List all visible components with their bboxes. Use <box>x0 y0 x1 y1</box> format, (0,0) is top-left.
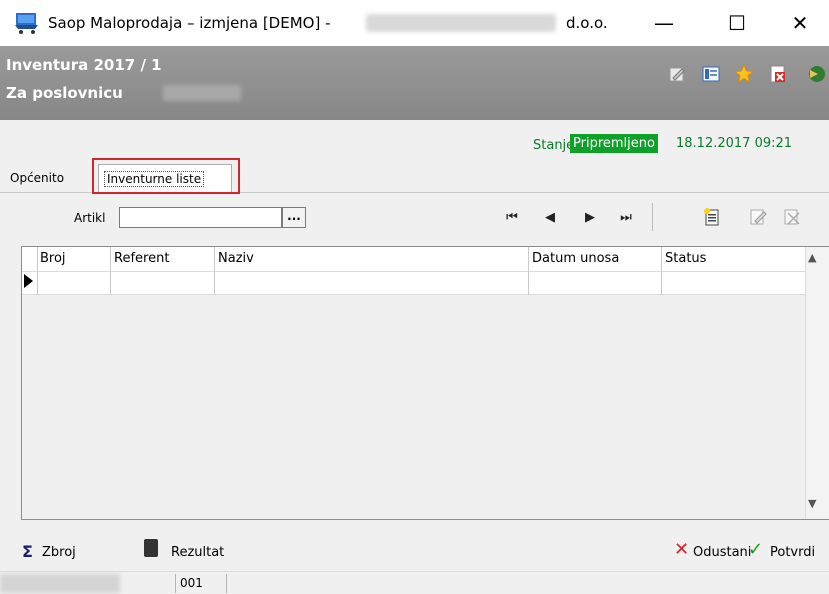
maximize-button[interactable]: ☐ <box>707 0 767 46</box>
grid-column-divider <box>110 247 111 295</box>
highlight-box <box>92 158 240 194</box>
zbroj-button[interactable]: Zbroj <box>42 545 76 560</box>
scroll-up-icon[interactable]: ▲ <box>808 251 816 264</box>
status-bar-code: 001 <box>180 576 203 590</box>
toolbar-separator <box>652 203 653 231</box>
close-button[interactable]: ✕ <box>770 0 829 46</box>
artikl-label: Artikl <box>74 211 106 225</box>
star-icon[interactable] <box>734 64 754 84</box>
odustani-button[interactable]: Odustani <box>693 545 751 560</box>
column-header-referent[interactable]: Referent <box>114 251 169 266</box>
calculator-icon[interactable] <box>144 539 158 557</box>
list-view-icon[interactable] <box>701 64 721 84</box>
redacted-company-name <box>366 14 556 32</box>
checkmark-icon[interactable]: ✓ <box>748 539 763 560</box>
redacted-store-name <box>163 85 241 101</box>
edit-record-icon[interactable] <box>747 206 769 228</box>
document-subtitle: Za poslovnicu <box>6 84 123 102</box>
column-header-naziv[interactable]: Naziv <box>218 251 254 266</box>
grid-column-divider <box>37 247 38 295</box>
window-title: Saop Maloprodaja – izmjena [DEMO] - <box>48 14 331 32</box>
rezultat-button[interactable]: Rezultat <box>171 545 224 560</box>
grid-column-divider <box>528 247 529 295</box>
sigma-icon[interactable]: Σ <box>22 542 33 561</box>
grid-column-divider <box>214 247 215 295</box>
table-row[interactable] <box>22 271 805 295</box>
previous-record-button[interactable]: ◀ <box>538 207 562 229</box>
document-title: Inventura 2017 / 1 <box>6 56 162 74</box>
vertical-scrollbar[interactable] <box>805 247 829 519</box>
column-header-status[interactable]: Status <box>665 251 706 266</box>
last-record-button[interactable]: ⏭ <box>614 207 638 229</box>
delete-record-icon[interactable] <box>781 206 803 228</box>
minimize-button[interactable]: — <box>634 0 694 46</box>
status-bar <box>0 571 829 594</box>
edit-note-icon[interactable] <box>667 64 687 84</box>
tab-opcenito[interactable]: Općenito <box>10 171 64 185</box>
status-datetime: 18.12.2017 09:21 <box>676 136 793 151</box>
exit-icon[interactable] <box>806 64 826 84</box>
cart-icon <box>15 13 38 34</box>
artikl-input[interactable] <box>119 207 282 228</box>
grid-column-divider <box>661 247 662 295</box>
potvrdi-button[interactable]: Potvrdi <box>770 545 815 560</box>
tab-opcenito-label: Općenito <box>10 171 65 185</box>
status-badge: Pripremljeno <box>570 134 658 153</box>
next-record-button[interactable]: ▶ <box>578 207 602 229</box>
first-record-button[interactable]: ⏮ <box>500 207 524 229</box>
window-title-suffix: d.o.o. <box>566 14 608 32</box>
cancel-x-icon[interactable]: ✕ <box>674 539 689 560</box>
current-row-indicator <box>24 274 33 288</box>
new-record-icon[interactable] <box>701 206 723 228</box>
artikl-browse-button[interactable]: ... <box>282 207 306 228</box>
column-header-datum-unosa[interactable]: Datum unosa <box>532 251 619 266</box>
scroll-down-icon[interactable]: ▼ <box>808 497 816 510</box>
delete-document-icon[interactable] <box>768 64 788 84</box>
redacted-status-cell <box>0 574 120 593</box>
column-header-broj[interactable]: Broj <box>40 251 66 266</box>
